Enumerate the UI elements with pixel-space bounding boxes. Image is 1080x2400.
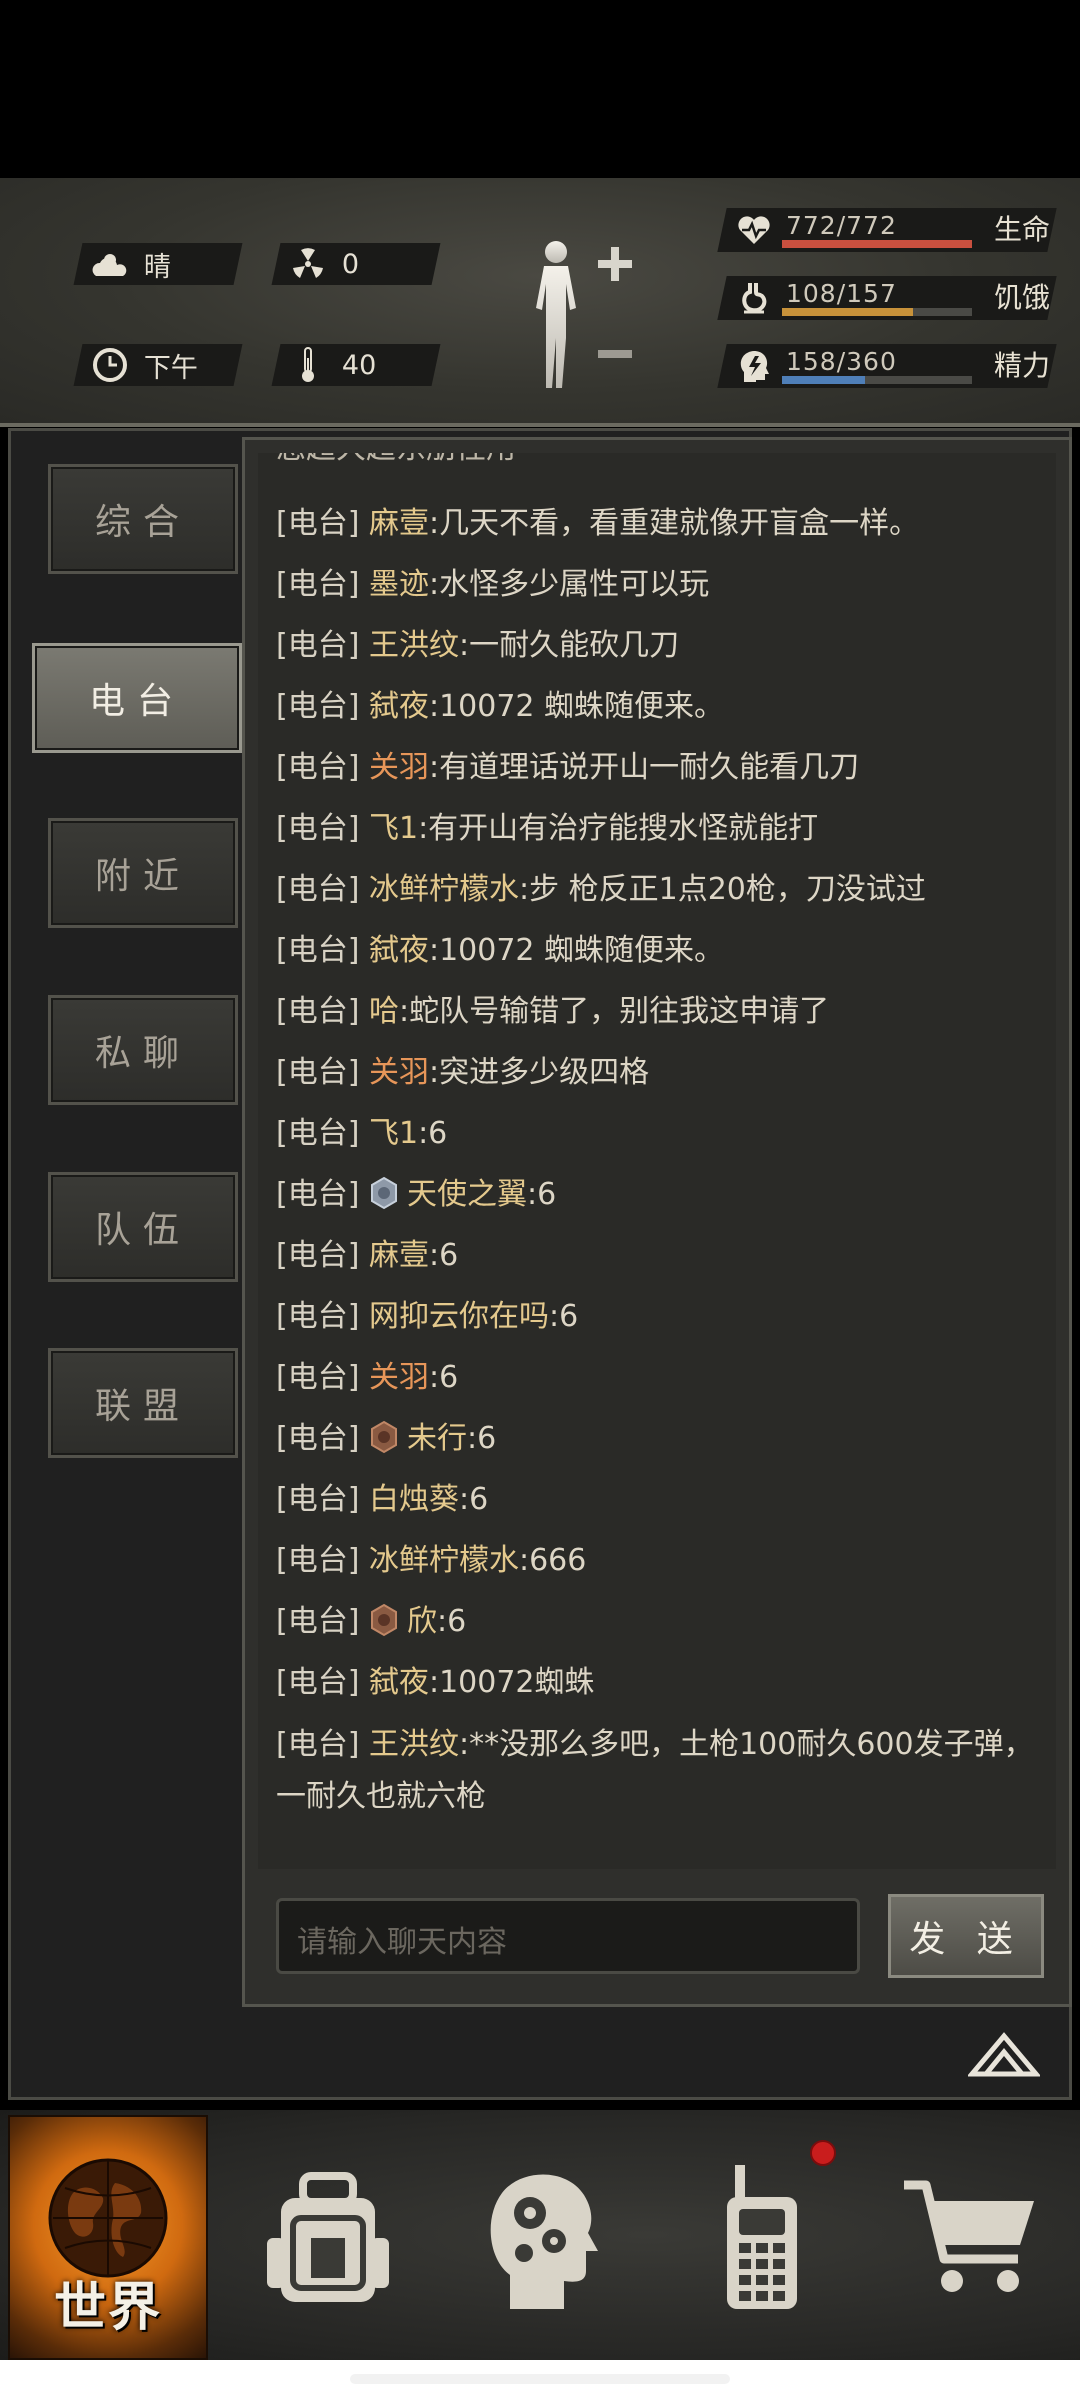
health-value: 772/772	[786, 211, 897, 240]
cut-off-message: 您超大超东朋性用	[276, 453, 516, 467]
backpack-icon	[267, 2171, 389, 2302]
chat-message: [电台] 欣:6	[276, 1603, 467, 1639]
tab-private[interactable]: 私聊	[48, 995, 238, 1105]
chat-message: [电台] 弑夜:10072蜘蛛	[276, 1665, 595, 1700]
tab-nearby[interactable]: 附近	[48, 818, 238, 928]
sender-name[interactable]: 王洪纹	[369, 1727, 459, 1762]
radiation-icon	[286, 247, 330, 281]
hunger-label: 饥饿	[994, 281, 1051, 314]
sender-name[interactable]: 未行	[407, 1421, 467, 1456]
chat-message: [电台] 弑夜:10072 蜘蛛随便来。	[276, 933, 725, 968]
chat-message: [电台] 关羽:有道理话说开山一耐久能看几刀	[276, 750, 860, 785]
tab-alliance[interactable]: 联盟	[48, 1348, 238, 1458]
temperature-value: 40	[342, 349, 377, 381]
sender-name[interactable]: 弑夜	[369, 689, 429, 724]
sender-name[interactable]: 白烛葵	[369, 1482, 459, 1517]
chat-message: [电台] 哈:蛇队号输错了，别往我这申请了	[276, 994, 830, 1029]
tab-general[interactable]: 综合	[48, 464, 238, 574]
head-gears-icon	[490, 2174, 598, 2309]
energy-bar	[782, 376, 972, 384]
sender-name[interactable]: 关羽	[369, 1360, 429, 1395]
thermometer-icon	[286, 346, 330, 384]
sender-name[interactable]: 麻壹	[369, 1238, 429, 1273]
health-label: 生命	[994, 213, 1051, 246]
chat-message: [电台] 冰鲜柠檬水:666	[276, 1543, 587, 1578]
chat-message: [电台] 关羽:突进多少级四格	[276, 1055, 650, 1090]
chat-message: [电台] 王洪纹:一耐久能砍几刀	[276, 628, 680, 663]
sender-name[interactable]: 冰鲜柠檬水	[369, 1543, 519, 1578]
sender-name[interactable]: 欣	[407, 1604, 437, 1639]
weather-chip: 晴	[73, 243, 243, 285]
nav-backpack-button[interactable]	[228, 2115, 428, 2360]
sender-name[interactable]: 飞1	[369, 1116, 418, 1151]
body-status-button[interactable]	[522, 238, 642, 398]
tab-team[interactable]: 队伍	[48, 1172, 238, 1282]
sender-name[interactable]: 麻壹	[369, 506, 429, 541]
avatar-frame-icon	[370, 1420, 397, 1454]
avatar-frame-icon	[370, 1176, 397, 1210]
sender-name[interactable]: 弑夜	[369, 1665, 429, 1700]
chat-message: [电台] 关羽:6	[276, 1360, 459, 1395]
chat-message: [电台] 弑夜:10072 蜘蛛随便来。	[276, 689, 725, 724]
chat-message: [电台] 冰鲜柠檬水:步 枪反正1点20枪，刀没试过	[276, 872, 926, 907]
chat-message: [电台] 麻壹:6	[276, 1238, 459, 1273]
chat-message: [电台] 网抑云你在吗:6	[276, 1299, 579, 1334]
sender-name[interactable]: 飞1	[369, 811, 418, 846]
temperature-chip: 40	[271, 344, 441, 386]
sender-name[interactable]: 王洪纹	[369, 628, 459, 663]
energy-label: 精力	[994, 349, 1051, 382]
chat-message: [电台] 白烛葵:6	[276, 1482, 489, 1517]
status-bar-area	[0, 0, 1080, 178]
chat-message: [电台] 王洪纹:**没那么多吧，土枪100耐久600发子弹，一耐久也就六枪	[276, 1727, 1034, 1814]
sender-name[interactable]: 冰鲜柠檬水	[369, 872, 519, 907]
chat-message: [电台] 麻壹:几天不看，看重建就像开盲盒一样。	[276, 506, 920, 541]
avatar-frame-icon	[370, 1603, 397, 1637]
radiation-chip: 0	[271, 243, 441, 285]
nav-skills-button[interactable]	[440, 2115, 640, 2360]
body-figure-icon	[536, 241, 632, 388]
sender-name[interactable]: 天使之翼	[407, 1177, 527, 1212]
sender-name[interactable]: 哈	[369, 994, 399, 1029]
notification-badge	[810, 2140, 836, 2166]
walkie-talkie-icon	[727, 2164, 797, 2309]
stomach-icon	[742, 283, 767, 314]
time-chip: 下午	[73, 344, 243, 386]
sender-name[interactable]: 关羽	[369, 1055, 429, 1090]
chat-message: [电台] 墨迹:水怪多少属性可以玩	[276, 567, 710, 602]
chat-input[interactable]: 请输入聊天内容	[276, 1898, 860, 1974]
chat-message: [电台] 飞1:有开山有治疗能搜水怪就能打	[276, 811, 819, 846]
nav-world-button[interactable]: 世界	[8, 2115, 208, 2360]
sender-name[interactable]: 墨迹	[369, 567, 429, 602]
chat-message: [电台] 飞1:6	[276, 1116, 448, 1151]
collapse-chevron-icon[interactable]	[968, 2030, 1040, 2080]
energy-value: 158/360	[786, 347, 897, 376]
sender-name[interactable]: 网抑云你在吗	[369, 1299, 549, 1334]
hunger-value: 108/157	[786, 279, 897, 308]
weather-icon	[88, 248, 132, 280]
globe-icon	[48, 2158, 168, 2277]
sender-name[interactable]: 弑夜	[369, 933, 429, 968]
heart-icon	[738, 216, 770, 244]
health-bar	[782, 240, 972, 248]
send-button[interactable]: 发 送	[888, 1894, 1044, 1978]
chat-message: [电台] 未行:6	[276, 1420, 497, 1456]
clock-icon	[88, 347, 132, 383]
radiation-value: 0	[342, 248, 360, 280]
chat-message: [电台] 天使之翼:6	[276, 1176, 557, 1212]
hunger-bar	[782, 308, 972, 316]
home-indicator[interactable]	[350, 2374, 730, 2384]
nav-world-label: 世界	[53, 2278, 162, 2338]
weather-text: 晴	[144, 251, 171, 283]
nav-shop-button[interactable]	[870, 2115, 1070, 2360]
tab-radio[interactable]: 电台	[32, 643, 242, 753]
chat-message-list[interactable]: 您超大超东朋性用 [电台] 麻壹:几天不看，看重建就像开盲盒一样。 [电台] 墨…	[258, 453, 1056, 1869]
sender-name[interactable]: 关羽	[369, 750, 429, 785]
time-of-day-text: 下午	[144, 352, 198, 384]
shopping-cart-icon	[904, 2180, 1034, 2292]
energy-head-icon	[740, 351, 769, 382]
